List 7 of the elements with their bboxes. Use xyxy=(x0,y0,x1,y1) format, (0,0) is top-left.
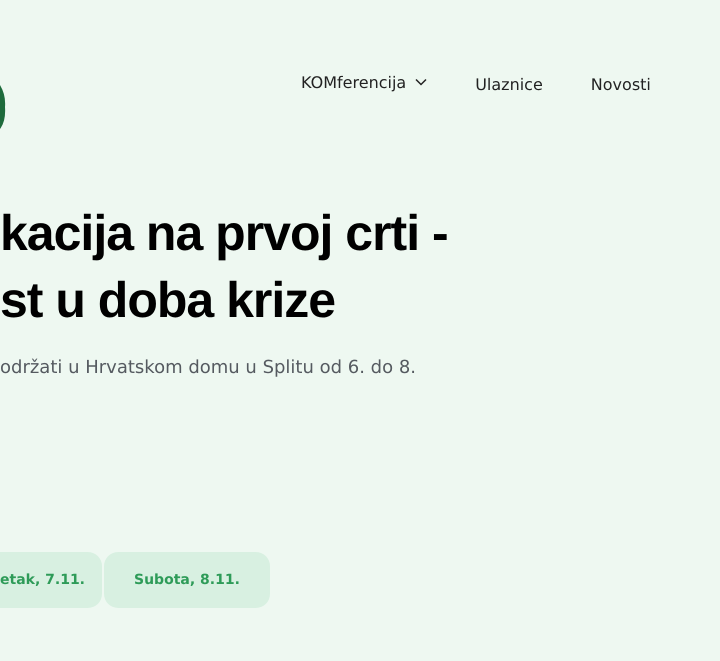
nav-link[interactable]: Ulaznice xyxy=(469,72,549,96)
nav-link[interactable]: Novosti xyxy=(584,72,657,96)
hero-title: kacija na prvoj crti - xyxy=(0,204,448,263)
hero-subtitle: održati u Hrvatskom domu u Splitu od 6. do 8. xyxy=(0,357,416,378)
nav-link[interactable]: KOMferencija xyxy=(295,70,434,94)
chevron-down-icon xyxy=(415,78,428,86)
hero-title: st u doba krize xyxy=(0,271,336,330)
